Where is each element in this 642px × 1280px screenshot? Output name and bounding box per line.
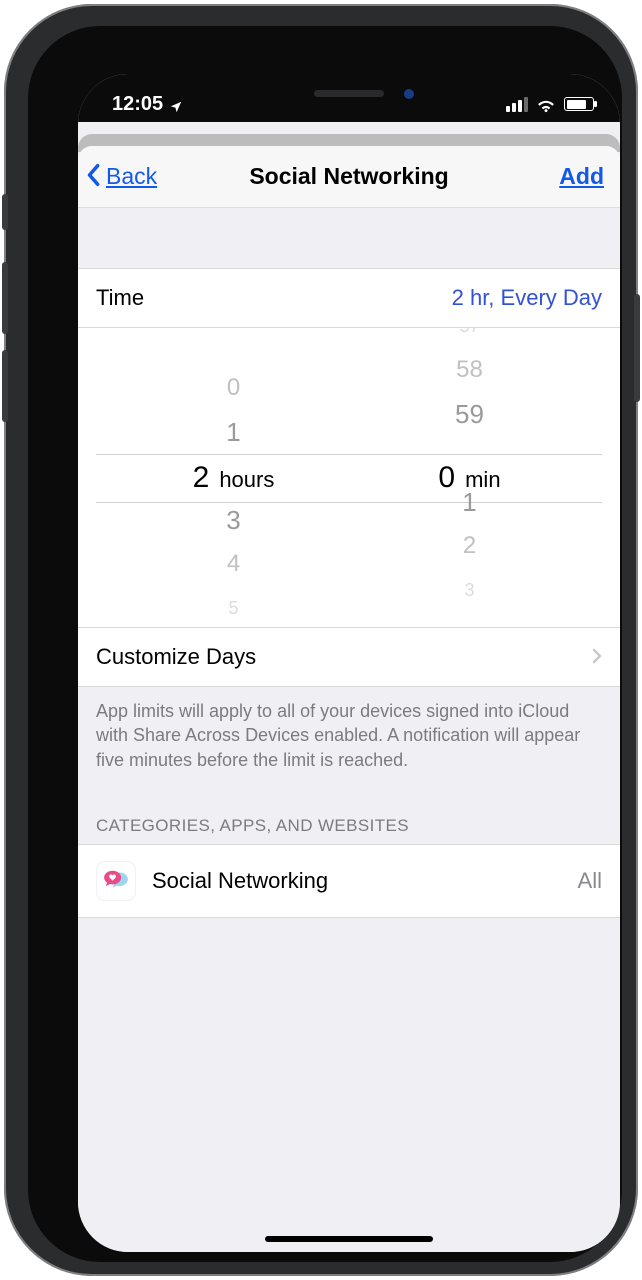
home-indicator[interactable] <box>265 1236 433 1242</box>
mute-switch <box>2 194 8 230</box>
picker-min-option: 2 <box>463 524 476 568</box>
customize-days-label: Customize Days <box>96 644 256 670</box>
category-value: All <box>578 868 602 894</box>
social-networking-icon <box>96 861 136 901</box>
volume-down <box>2 350 8 422</box>
customize-days-row[interactable]: Customize Days <box>78 628 620 687</box>
power-button <box>634 294 640 402</box>
screen: 12:05 <box>78 74 620 1252</box>
picker-hour-option: 3 <box>226 498 240 542</box>
section-spacer <box>78 208 620 268</box>
speaker-grille <box>314 90 384 97</box>
back-label: Back <box>106 163 157 190</box>
time-value: 2 hr, Every Day <box>452 285 602 311</box>
hours-selected: 2 <box>193 461 210 495</box>
status-time: 12:05 <box>112 93 163 116</box>
minutes-unit-label: min <box>465 467 500 493</box>
hours-unit-label: hours <box>219 467 274 493</box>
back-button[interactable]: Back <box>86 163 157 191</box>
nav-bar: Back Social Networking Add <box>78 146 620 208</box>
time-picker[interactable]: 0 1 2 3 4 5 57 <box>78 328 620 628</box>
device-frame: 12:05 <box>0 0 642 1280</box>
chevron-right-icon <box>592 644 602 670</box>
footer-description: App limits will apply to all of your dev… <box>78 687 620 792</box>
picker-min-option: 3 <box>464 568 474 612</box>
device-inner: 12:05 <box>28 26 622 1262</box>
cellular-icon <box>506 97 528 112</box>
picker-min-option: 57 <box>459 328 479 348</box>
picker-hour-option: 4 <box>227 542 240 586</box>
section-header: CATEGORIES, APPS, AND WEBSITES <box>78 792 620 844</box>
category-label: Social Networking <box>152 868 328 894</box>
picker-hour-option: 1 <box>226 410 240 454</box>
picker-min-option: 58 <box>456 348 483 392</box>
chevron-left-icon <box>86 163 104 191</box>
category-row[interactable]: Social Networking All <box>78 844 620 918</box>
volume-up <box>2 262 8 334</box>
modal-sheet: Back Social Networking Add Time 2 hr, Ev… <box>78 146 620 1252</box>
wifi-icon <box>536 96 556 112</box>
battery-icon <box>564 97 594 111</box>
page-title: Social Networking <box>78 163 620 190</box>
device-outer: 12:05 <box>4 4 638 1276</box>
notch <box>224 74 474 112</box>
add-button[interactable]: Add <box>559 163 604 190</box>
picker-hour-option: 0 <box>227 366 240 410</box>
time-row[interactable]: Time 2 hr, Every Day <box>78 268 620 328</box>
minutes-selected: 0 <box>438 461 455 495</box>
time-label: Time <box>96 285 144 311</box>
camera-dot <box>404 89 414 99</box>
picker-min-option: 59 <box>455 392 484 436</box>
location-icon <box>169 97 183 111</box>
picker-hour-option: 5 <box>228 586 238 628</box>
